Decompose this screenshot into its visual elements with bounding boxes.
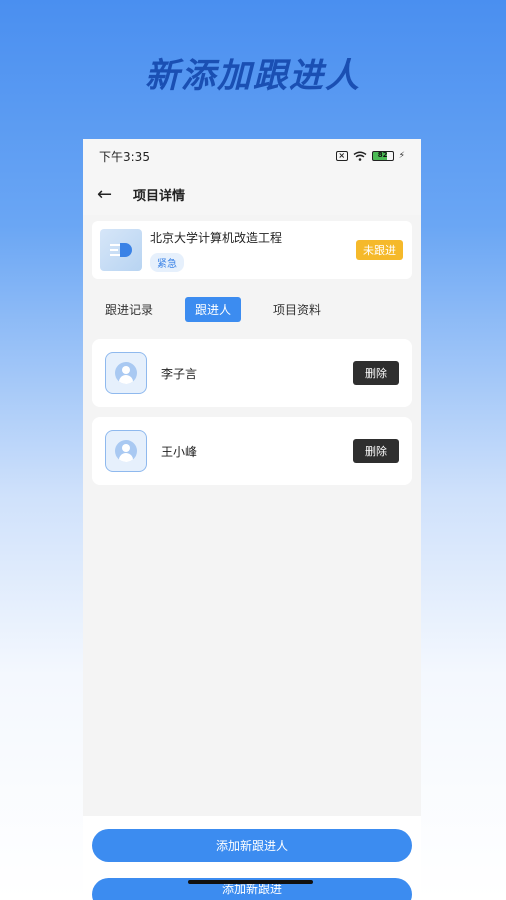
charging-icon: ⚡: [398, 151, 405, 161]
user-icon: [115, 440, 137, 462]
list-item: 王小峰 删除: [92, 417, 412, 485]
delete-button[interactable]: 删除: [353, 439, 399, 463]
wifi-icon: [353, 151, 367, 161]
document-icon: [110, 243, 132, 257]
tab-follow-records[interactable]: 跟进记录: [95, 297, 163, 322]
tab-followers[interactable]: 跟进人: [185, 296, 242, 322]
avatar: [105, 430, 147, 472]
page-title: 项目详情: [133, 188, 186, 204]
battery-icon: 82: [371, 151, 394, 161]
project-thumbnail: [100, 229, 142, 271]
project-card[interactable]: 北京大学计算机改造工程 紧急 未跟进: [92, 221, 412, 279]
list-item: 李子言 删除: [92, 339, 412, 407]
tab-project-docs[interactable]: 项目资料: [263, 297, 331, 322]
add-follower-button[interactable]: 添加新跟进人: [92, 829, 412, 862]
priority-badge: 紧急: [150, 252, 184, 272]
hero-title: 新添加跟进人: [145, 56, 361, 96]
phone-screen: 下午3:35 × 82 ⚡ ← 项目详情 北京大学计算机改造工程 紧急 未跟进: [83, 139, 421, 900]
person-name: 李子言: [161, 366, 198, 381]
back-arrow-icon[interactable]: ←: [97, 184, 117, 205]
status-badge: 未跟进: [356, 240, 403, 260]
status-icons: × 82 ⚡: [335, 151, 405, 161]
nav-bar: ← 项目详情: [83, 173, 421, 215]
status-time: 下午3:35: [99, 149, 150, 164]
avatar: [105, 352, 147, 394]
home-indicator: [188, 880, 313, 884]
person-name: 王小峰: [161, 444, 198, 459]
delete-button[interactable]: 删除: [353, 361, 399, 385]
no-sim-icon: ×: [335, 151, 348, 161]
status-bar: 下午3:35 × 82 ⚡: [83, 139, 421, 173]
tab-bar: 跟进记录 跟进人 项目资料: [83, 279, 421, 339]
user-icon: [115, 362, 137, 384]
